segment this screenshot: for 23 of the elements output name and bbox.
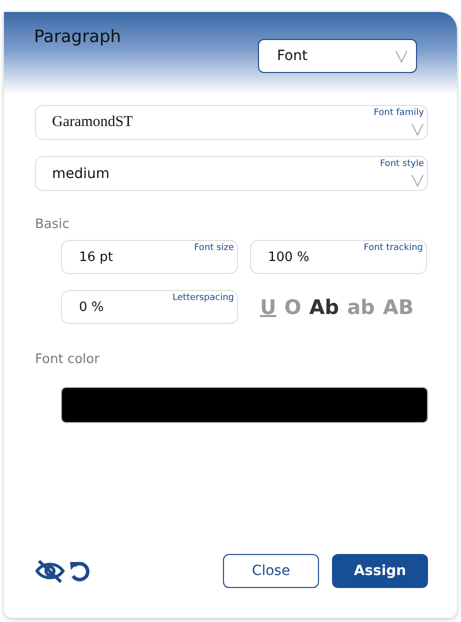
dialog-title: Paragraph <box>34 27 122 47</box>
chevron-icon <box>411 123 424 136</box>
field-label: Font family <box>374 108 424 118</box>
hidden-eye-icon[interactable] <box>35 559 65 583</box>
section-title: Basic <box>35 217 70 232</box>
input-field[interactable]: 0 % Letterspacing <box>61 290 238 324</box>
select-field[interactable]: GaramondST Font family <box>35 105 428 140</box>
section-title: Font color <box>35 352 100 367</box>
chevron-icon <box>411 174 424 187</box>
field-label: Font size <box>194 243 234 253</box>
field-label: Letterspacing <box>172 293 234 303</box>
assign-button[interactable]: Assign <box>332 554 428 588</box>
category-dropdown[interactable]: Font <box>258 39 417 73</box>
chevron-icon <box>395 50 408 62</box>
input-field[interactable]: 100 % Font tracking <box>250 240 427 274</box>
color-swatch[interactable] <box>61 387 428 423</box>
close-button[interactable]: Close <box>223 554 319 588</box>
input-field[interactable]: 16 pt Font size <box>61 240 238 274</box>
text-style-toggle[interactable]: Ab <box>309 295 340 319</box>
field-label: Font tracking <box>364 243 423 253</box>
select-field[interactable]: medium Font style <box>35 156 428 191</box>
reset-icon[interactable] <box>68 559 92 583</box>
field-label: Font style <box>380 159 424 169</box>
